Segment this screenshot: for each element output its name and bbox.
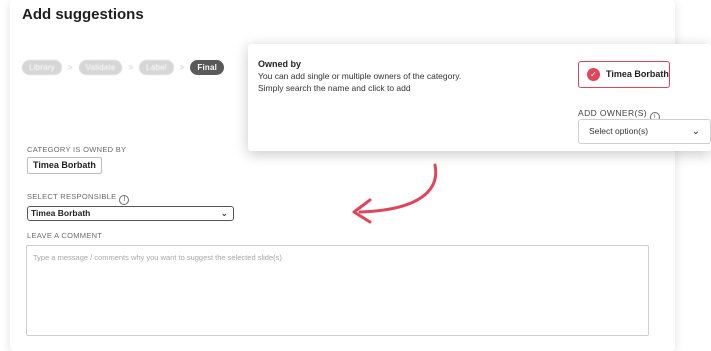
select-responsible-heading: SELECT RESPONSIBLE i — [27, 192, 130, 205]
select-responsible-dropdown[interactable]: Timea Borbath ⌄ — [27, 206, 234, 221]
chevron-right-icon: > — [179, 63, 185, 72]
breadcrumb: Library > Validate > Label > Final — [22, 60, 225, 75]
step-label[interactable]: Label — [139, 60, 174, 75]
select-responsible-label: SELECT RESPONSIBLE — [27, 192, 117, 201]
owned-by-popup: Owned by You can add single or multiple … — [248, 44, 711, 151]
add-owner-placeholder: Select option(s) — [589, 126, 649, 136]
comment-label: LEAVE A COMMENT — [27, 231, 103, 240]
popup-instruction: Simply search the name and click to add — [258, 83, 411, 93]
owner-chip: Timea Borbath — [27, 157, 102, 174]
curved-arrow-icon — [352, 163, 438, 224]
add-owner-label: ADD OWNER(S) — [578, 108, 648, 118]
step-library[interactable]: Library — [22, 60, 62, 75]
category-owned-label: CATEGORY IS OWNED BY — [27, 145, 127, 154]
page-title: Add suggestions — [22, 6, 144, 23]
comment-placeholder: Type a message / comments why you want t… — [33, 253, 282, 262]
comment-textarea[interactable]: Type a message / comments why you want t… — [26, 245, 649, 336]
chevron-down-icon: ⌄ — [691, 126, 700, 137]
info-icon[interactable]: i — [119, 195, 130, 205]
select-responsible-value: Timea Borbath — [31, 208, 91, 218]
selected-owner-name: Timea Borbath — [606, 69, 669, 79]
chevron-right-icon: > — [67, 63, 73, 72]
chevron-down-icon: ⌄ — [220, 208, 228, 218]
check-circle-icon: ✓ — [587, 68, 600, 81]
add-owner-dropdown[interactable]: Select option(s) ⌄ — [578, 119, 711, 144]
step-validate[interactable]: Validate — [78, 60, 123, 75]
popup-title: Owned by — [258, 59, 302, 69]
popup-description: You can add single or multiple owners of… — [258, 71, 462, 81]
chevron-right-icon: > — [128, 63, 134, 72]
selected-owner-tag[interactable]: ✓ Timea Borbath — [578, 61, 670, 88]
step-final[interactable]: Final — [190, 60, 225, 75]
